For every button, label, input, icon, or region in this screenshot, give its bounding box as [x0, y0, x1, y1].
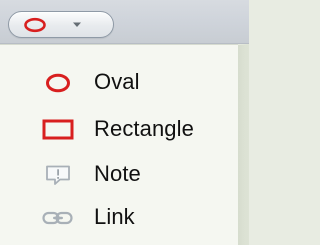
- menu-item-label: Link: [94, 204, 135, 229]
- toolbar: [0, 0, 249, 44]
- chevron-down-icon: [73, 22, 81, 27]
- menu-item-label: Note: [94, 161, 141, 186]
- rectangle-icon: [42, 119, 74, 140]
- menu-item-label: Oval: [94, 69, 140, 94]
- menu-item-link[interactable]: Link: [0, 196, 238, 238]
- menu-item-oval[interactable]: Oval: [0, 61, 238, 103]
- link-icon: [42, 211, 73, 225]
- annotation-shape-menu: Oval Rectangle Note Link: [0, 44, 249, 245]
- note-icon: [46, 165, 70, 185]
- menu-item-label: Rectangle: [94, 116, 194, 141]
- oval-icon: [24, 17, 46, 33]
- annotation-tool-picker-screenshot: Oval Rectangle Note Link: [0, 0, 249, 245]
- annotation-shape-picker-button[interactable]: [8, 11, 114, 38]
- menu-item-note[interactable]: Note: [0, 153, 238, 195]
- oval-icon: [46, 73, 70, 93]
- menu-item-rectangle[interactable]: Rectangle: [0, 108, 238, 150]
